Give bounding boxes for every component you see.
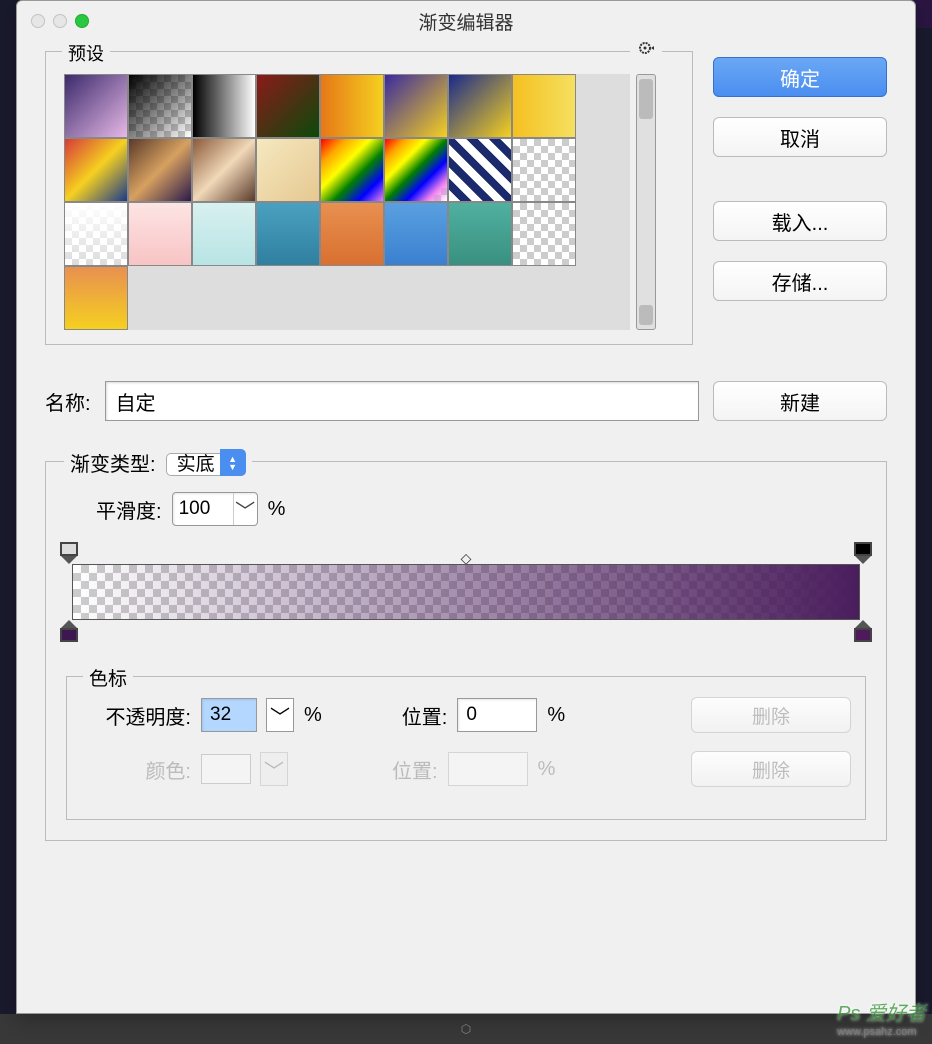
position2-input <box>448 752 528 786</box>
titlebar: 渐变编辑器 <box>17 1 915 41</box>
presets-grid[interactable] <box>64 74 630 330</box>
preset-swatch[interactable] <box>320 138 384 202</box>
gradient-type-label: 渐变类型: <box>70 448 156 477</box>
load-button[interactable]: 载入... <box>713 201 887 241</box>
chevron-down-icon[interactable]: ﹀ <box>233 493 257 525</box>
preset-swatch[interactable] <box>64 138 128 202</box>
preset-swatch[interactable] <box>384 74 448 138</box>
new-button[interactable]: 新建 <box>713 381 887 421</box>
watermark: Ps 爱好者 www.psahz.com <box>837 997 926 1038</box>
position1-input[interactable] <box>457 698 537 732</box>
name-input[interactable] <box>105 381 699 421</box>
opacity-label: 不透明度: <box>81 701 191 730</box>
preset-swatch[interactable] <box>192 202 256 266</box>
gradient-type-select[interactable]: 实底 ▲▼ <box>166 449 246 476</box>
opacity-stop-right[interactable] <box>852 542 874 564</box>
gradient-settings-group: 渐变类型: 实底 ▲▼ 平滑度: ﹀ % ◇ <box>45 461 887 841</box>
preset-swatch[interactable] <box>64 74 128 138</box>
opacity-input[interactable] <box>201 698 257 732</box>
preset-swatch[interactable] <box>448 202 512 266</box>
preset-swatch[interactable] <box>128 74 192 138</box>
color-chip <box>201 754 251 784</box>
preset-swatch[interactable] <box>512 138 576 202</box>
dialog-window: 渐变编辑器 预设 <box>16 0 916 1014</box>
color-stops-group: 色标 不透明度: ﹀ % 位置: % 删除 颜色: ﹀ <box>66 676 866 820</box>
preset-swatch[interactable] <box>64 266 128 330</box>
presets-group: 预设 <box>45 51 693 345</box>
preset-swatch[interactable] <box>512 202 576 266</box>
preset-swatch[interactable] <box>128 202 192 266</box>
opacity-dropdown-icon[interactable]: ﹀ <box>266 698 294 732</box>
delete-opacity-stop-button[interactable]: 删除 <box>691 697 851 733</box>
smoothness-label: 平滑度: <box>96 495 162 524</box>
preset-swatch[interactable] <box>448 138 512 202</box>
preset-swatch[interactable] <box>192 74 256 138</box>
ok-button[interactable]: 确定 <box>713 57 887 97</box>
smoothness-input[interactable]: ﹀ <box>172 492 258 526</box>
gradient-bar[interactable] <box>72 564 860 620</box>
preset-swatch[interactable] <box>256 202 320 266</box>
preset-swatch[interactable] <box>320 202 384 266</box>
delete-color-stop-button: 删除 <box>691 751 851 787</box>
color-stops-label: 色标 <box>83 664 133 691</box>
position1-unit: % <box>547 704 565 727</box>
preset-swatch[interactable] <box>128 138 192 202</box>
preset-swatch[interactable] <box>384 138 448 202</box>
color-stop-left[interactable] <box>58 620 80 644</box>
name-label: 名称: <box>45 387 91 416</box>
presets-label: 预设 <box>62 40 110 66</box>
preset-swatch[interactable] <box>256 74 320 138</box>
preset-swatch[interactable] <box>320 74 384 138</box>
color-dropdown-icon: ﹀ <box>260 752 288 786</box>
cancel-button[interactable]: 取消 <box>713 117 887 157</box>
dialog-title: 渐变编辑器 <box>17 8 915 35</box>
preset-swatch[interactable] <box>512 74 576 138</box>
color-label: 颜色: <box>81 755 191 784</box>
presets-gear-icon[interactable] <box>630 38 662 63</box>
preset-swatch[interactable] <box>448 74 512 138</box>
presets-scrollbar[interactable] <box>636 74 656 330</box>
color-stop-right[interactable] <box>852 620 874 644</box>
footer-bar: ⬡ <box>0 1014 932 1044</box>
preset-swatch[interactable] <box>64 202 128 266</box>
position2-unit: % <box>538 758 556 781</box>
position2-label: 位置: <box>392 755 438 784</box>
smoothness-unit: % <box>268 498 286 521</box>
preset-swatch[interactable] <box>384 202 448 266</box>
preset-swatch[interactable] <box>192 138 256 202</box>
save-button[interactable]: 存储... <box>713 261 887 301</box>
preset-swatch[interactable] <box>256 138 320 202</box>
opacity-unit: % <box>304 704 322 727</box>
position1-label: 位置: <box>402 701 448 730</box>
opacity-stop-left[interactable] <box>58 542 80 564</box>
